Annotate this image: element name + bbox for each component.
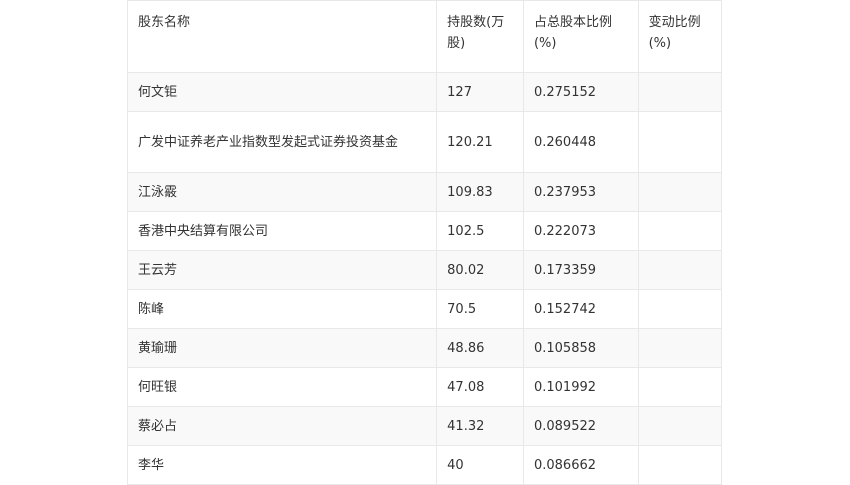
cell-ratio: 0.152742 — [522, 289, 639, 329]
table-row: 江泳霰 109.83 0.237953 — [126, 172, 723, 212]
cell-name: 江泳霰 — [126, 172, 438, 212]
cell-ratio: 0.260448 — [522, 111, 639, 173]
cell-name: 何文钜 — [126, 72, 438, 112]
table-row: 黄瑜珊 48.86 0.105858 — [126, 328, 723, 368]
table-row: 李华 40 0.086662 — [126, 445, 723, 485]
header-ratio: 占总股本比例(%) — [522, 0, 639, 73]
header-change: 变动比例(%) — [637, 0, 723, 73]
cell-ratio: 0.105858 — [522, 328, 639, 368]
cell-ratio: 0.222073 — [522, 211, 639, 251]
cell-name: 广发中证养老产业指数型发起式证券投资基金 — [126, 111, 438, 173]
cell-shares: 47.08 — [436, 367, 524, 407]
cell-change — [637, 211, 723, 251]
cell-ratio: 0.275152 — [522, 72, 639, 112]
cell-name: 蔡必占 — [126, 406, 438, 446]
cell-shares: 109.83 — [436, 172, 524, 212]
table-row: 陈峰 70.5 0.152742 — [126, 289, 723, 329]
cell-name: 李华 — [126, 445, 438, 485]
header-shareholder-name: 股东名称 — [126, 0, 438, 73]
cell-name: 香港中央结算有限公司 — [126, 211, 438, 251]
cell-shares: 70.5 — [436, 289, 524, 329]
table-row: 何旺银 47.08 0.101992 — [126, 367, 723, 407]
cell-name: 王云芳 — [126, 250, 438, 290]
cell-ratio: 0.089522 — [522, 406, 639, 446]
cell-shares: 41.32 — [436, 406, 524, 446]
cell-shares: 120.21 — [436, 111, 524, 173]
cell-ratio: 0.101992 — [522, 367, 639, 407]
cell-change — [637, 172, 723, 212]
cell-shares: 80.02 — [436, 250, 524, 290]
cell-change — [637, 72, 723, 112]
cell-change — [637, 289, 723, 329]
shareholder-table: 股东名称 持股数(万股) 占总股本比例(%) 变动比例(%) 何文钜 127 0… — [126, 0, 723, 485]
cell-name: 黄瑜珊 — [126, 328, 438, 368]
cell-change — [637, 250, 723, 290]
table-row: 香港中央结算有限公司 102.5 0.222073 — [126, 211, 723, 251]
cell-ratio: 0.237953 — [522, 172, 639, 212]
cell-shares: 127 — [436, 72, 524, 112]
cell-change — [637, 367, 723, 407]
header-shares: 持股数(万股) — [436, 0, 524, 73]
cell-shares: 48.86 — [436, 328, 524, 368]
table-row: 何文钜 127 0.275152 — [126, 72, 723, 112]
cell-ratio: 0.173359 — [522, 250, 639, 290]
cell-change — [637, 328, 723, 368]
cell-shares: 102.5 — [436, 211, 524, 251]
cell-shares: 40 — [436, 445, 524, 485]
table-header-row: 股东名称 持股数(万股) 占总股本比例(%) 变动比例(%) — [126, 0, 723, 73]
table-row: 蔡必占 41.32 0.089522 — [126, 406, 723, 446]
table-row: 王云芳 80.02 0.173359 — [126, 250, 723, 290]
cell-name: 陈峰 — [126, 289, 438, 329]
cell-change — [637, 445, 723, 485]
table-row: 广发中证养老产业指数型发起式证券投资基金 120.21 0.260448 — [126, 111, 723, 173]
cell-change — [637, 406, 723, 446]
cell-change — [637, 111, 723, 173]
cell-ratio: 0.086662 — [522, 445, 639, 485]
cell-name: 何旺银 — [126, 367, 438, 407]
